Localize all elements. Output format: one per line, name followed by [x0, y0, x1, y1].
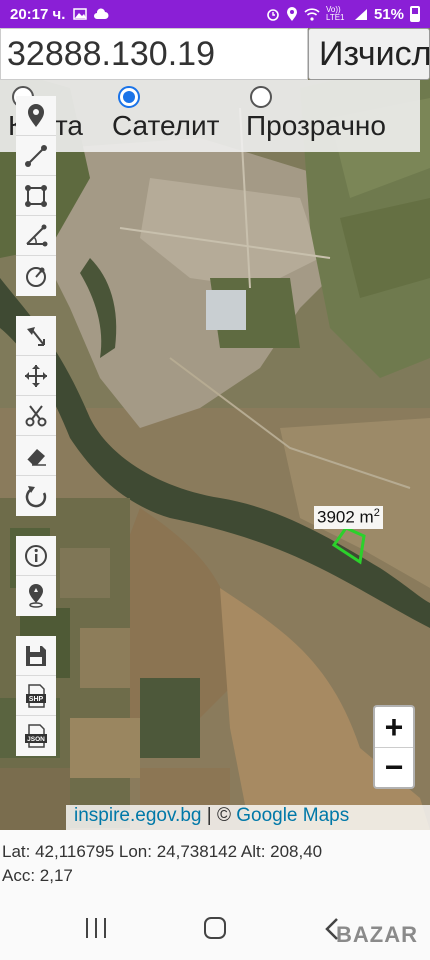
inspire-link[interactable]: inspire.egov.bg — [74, 805, 201, 826]
gallery-icon — [73, 8, 88, 20]
map-type-satellite-label: Сателит — [112, 110, 220, 141]
google-maps-link[interactable]: Google Maps — [236, 805, 349, 826]
angle-tool-button[interactable] — [16, 216, 56, 256]
cut-icon — [25, 404, 47, 426]
location-info: Lat: 42,116795 Lon: 24,738142 Alt: 208,4… — [0, 830, 430, 900]
polygon-icon — [25, 184, 47, 207]
map-type-selector: Карта Сателит Прозрачно — [0, 80, 420, 152]
home-button[interactable] — [204, 917, 226, 939]
status-time: 20:17 ч. — [10, 5, 66, 23]
undo-button[interactable] — [16, 476, 56, 516]
alarm-icon — [267, 9, 279, 21]
info-button[interactable] — [16, 536, 56, 576]
recents-button[interactable] — [86, 918, 106, 940]
move-icon — [25, 364, 47, 387]
coordinates-readout: Lat: 42,116795 Lon: 24,738142 Alt: 208,4… — [2, 842, 323, 861]
area-unit-exponent: 2 — [373, 507, 380, 519]
save-button[interactable] — [16, 636, 56, 676]
circle-tool-button[interactable] — [16, 256, 56, 296]
radio-satellite[interactable] — [118, 86, 140, 108]
info-tools — [16, 536, 56, 616]
zoom-in-button[interactable]: + — [375, 707, 413, 747]
status-bar: 20:17 ч. Vo)) LTE1 51% — [0, 0, 430, 28]
radio-transparent[interactable] — [250, 86, 272, 108]
move-button[interactable] — [16, 356, 56, 396]
circle-icon — [26, 267, 46, 287]
zoom-out-button[interactable]: − — [375, 747, 413, 787]
accuracy-readout: Acc: 2,17 — [2, 866, 73, 885]
export-shp-text: SHP — [29, 696, 44, 703]
eraser-icon — [26, 448, 46, 466]
bazar-watermark: BAZAR — [336, 922, 418, 947]
status-icons-left — [73, 8, 109, 20]
volte-icon: Vo)) LTE1 — [325, 5, 345, 22]
line-icon — [25, 144, 47, 167]
line-tool-button[interactable] — [16, 136, 56, 176]
wifi-icon — [304, 7, 320, 21]
save-icon — [26, 645, 46, 666]
export-json-button[interactable]: JSON — [16, 716, 56, 756]
cut-button[interactable] — [16, 396, 56, 436]
zoom-control: + − — [373, 705, 415, 789]
area-measurement-label: 3902 m2 — [314, 506, 383, 529]
export-shp-button[interactable]: SHP — [16, 676, 56, 716]
measure-angle-icon — [26, 224, 48, 246]
eraser-button[interactable] — [16, 436, 56, 476]
select-edit-icon — [27, 326, 45, 346]
gps-location-icon — [29, 584, 43, 608]
area-value: 3902 m — [317, 507, 374, 527]
battery-percent: 51% — [373, 5, 404, 23]
android-nav-bar: BAZAR — [0, 900, 430, 960]
map-attribution: inspire.egov.bg | © Google Maps — [66, 805, 430, 830]
export-shp-icon: SHP — [26, 683, 46, 708]
edit-tools — [16, 316, 56, 516]
draw-tools — [16, 96, 56, 296]
undo-icon — [25, 486, 47, 508]
cloud-icon — [94, 8, 109, 19]
select-edit-button[interactable] — [16, 316, 56, 356]
info-icon — [25, 544, 47, 567]
polygon-tool-button[interactable] — [16, 176, 56, 216]
file-tools: SHP JSON — [16, 636, 56, 756]
calculate-button[interactable]: Изчисли — [308, 28, 430, 80]
gps-location-button[interactable] — [16, 576, 56, 616]
status-icons-right: Vo)) LTE1 51% — [266, 6, 420, 23]
export-json-icon: JSON — [25, 724, 47, 748]
coordinate-input[interactable] — [0, 28, 308, 80]
marker-tool-button[interactable] — [16, 96, 56, 136]
attribution-separator: | © — [201, 805, 237, 826]
coordinate-search-row: Изчисли — [0, 28, 430, 80]
location-icon — [286, 6, 297, 21]
export-json-text: JSON — [27, 736, 45, 743]
map-type-transparent-label: Прозрачно — [246, 110, 386, 141]
signal-icon — [354, 8, 367, 20]
battery-icon — [410, 6, 420, 22]
marker-icon — [28, 103, 44, 127]
